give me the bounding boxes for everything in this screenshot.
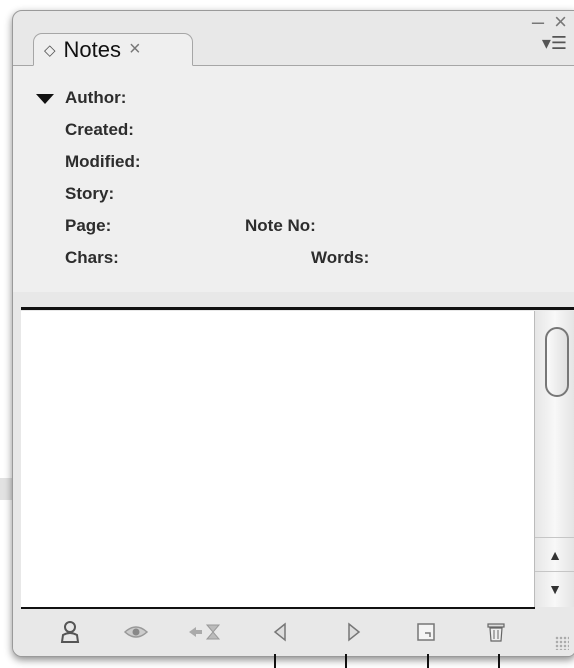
background-stub — [0, 478, 12, 500]
resize-grip-icon[interactable] — [555, 636, 569, 650]
tab-notes[interactable]: ◇ Notes × — [33, 33, 193, 66]
notes-panel: – × ◇ Notes × ▾☰ Author: Created: Modifi… — [12, 10, 574, 657]
callout-line-new — [427, 654, 429, 668]
scroll-thumb[interactable] — [545, 327, 569, 397]
notes-toolbar — [13, 609, 574, 656]
delete-note-icon[interactable] — [483, 619, 509, 645]
new-note-icon[interactable] — [413, 619, 439, 645]
callout-line-delete — [498, 654, 500, 668]
scroll-up-button[interactable]: ▲ — [535, 537, 574, 572]
vertical-scrollbar[interactable]: ▲ ▼ — [534, 311, 574, 607]
panel-menu-icon[interactable]: ▾☰ — [542, 33, 567, 54]
note-text-area[interactable] — [21, 311, 535, 607]
author-label: Author: — [65, 88, 127, 107]
note-info-section: Author: Created: Modified: Story: Page: … — [13, 66, 574, 292]
previous-note-icon[interactable] — [267, 619, 293, 645]
go-to-text-icon[interactable] — [187, 619, 221, 645]
created-label: Created: — [65, 120, 134, 139]
tab-label: Notes — [63, 36, 122, 62]
callout-line-previous — [274, 654, 276, 668]
page-label: Page: — [65, 216, 112, 235]
callout-line-next — [345, 654, 347, 668]
disclosure-triangle-icon[interactable] — [36, 94, 54, 104]
user-icon[interactable] — [57, 619, 83, 645]
eye-icon[interactable] — [123, 619, 149, 645]
story-label: Story: — [65, 184, 115, 203]
arrow-up-icon: ▲ — [548, 547, 562, 563]
next-note-icon[interactable] — [341, 619, 367, 645]
note-no-label: Note No: — [245, 216, 316, 235]
tab-grip-icon: ◇ — [44, 41, 56, 59]
modified-label: Modified: — [65, 152, 141, 171]
scroll-down-button[interactable]: ▼ — [535, 571, 574, 606]
divider-top — [21, 307, 574, 310]
chars-label: Chars: — [65, 248, 119, 267]
arrow-down-icon: ▼ — [548, 581, 562, 597]
words-label: Words: — [311, 248, 370, 267]
tab-bar: ◇ Notes × — [13, 27, 574, 66]
tab-close-icon[interactable]: × — [129, 38, 141, 61]
stage: – × ◇ Notes × ▾☰ Author: Created: Modifi… — [0, 0, 574, 668]
